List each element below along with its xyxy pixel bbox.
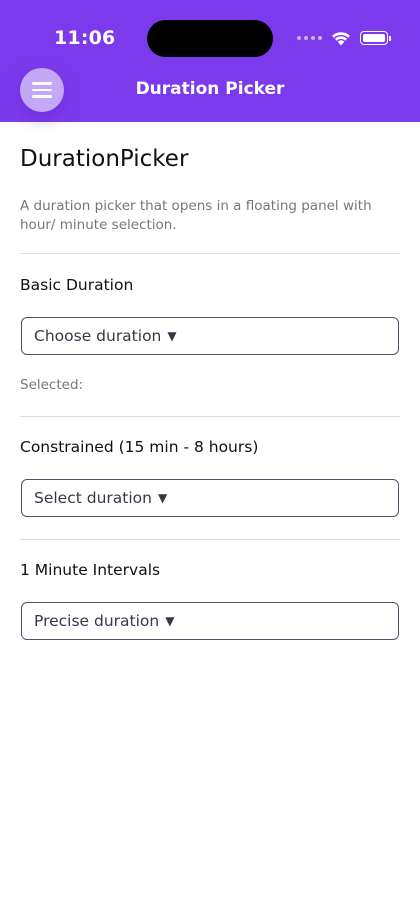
nav-title: Duration Picker	[135, 79, 285, 99]
picker-button-label: Precise duration	[34, 612, 160, 630]
wifi-icon	[332, 32, 350, 46]
divider	[20, 539, 400, 540]
cellular-signal-icon	[297, 36, 322, 40]
status-time: 11:06	[54, 27, 116, 49]
page-title: DurationPicker	[20, 146, 189, 172]
choose-duration-button[interactable]: Choose duration ▼	[21, 317, 399, 355]
precise-duration-button[interactable]: Precise duration ▼	[21, 602, 399, 640]
battery-icon	[360, 31, 391, 45]
select-duration-button[interactable]: Select duration ▼	[21, 479, 399, 517]
picker-button-label: Select duration	[34, 489, 152, 507]
section-label-minute-intervals: 1 Minute Intervals	[20, 561, 161, 579]
app-screen: 11:06 Duration Picker DurationPicker A d…	[0, 0, 420, 912]
status-indicators	[297, 28, 391, 48]
page-description: A duration picker that opens in a floati…	[20, 198, 372, 233]
divider	[20, 416, 400, 417]
section-label-constrained: Constrained (15 min - 8 hours)	[20, 438, 259, 456]
dynamic-island	[147, 20, 273, 57]
section-label-basic-duration: Basic Duration	[20, 276, 134, 294]
caret-down-icon: ▼	[157, 491, 168, 505]
selected-value-text: Selected:	[20, 377, 84, 393]
caret-down-icon: ▼	[165, 614, 175, 628]
caret-down-icon: ▼	[167, 329, 177, 343]
app-header: 11:06 Duration Picker	[0, 0, 420, 122]
picker-button-label: Choose duration	[34, 327, 162, 345]
divider	[20, 253, 400, 254]
